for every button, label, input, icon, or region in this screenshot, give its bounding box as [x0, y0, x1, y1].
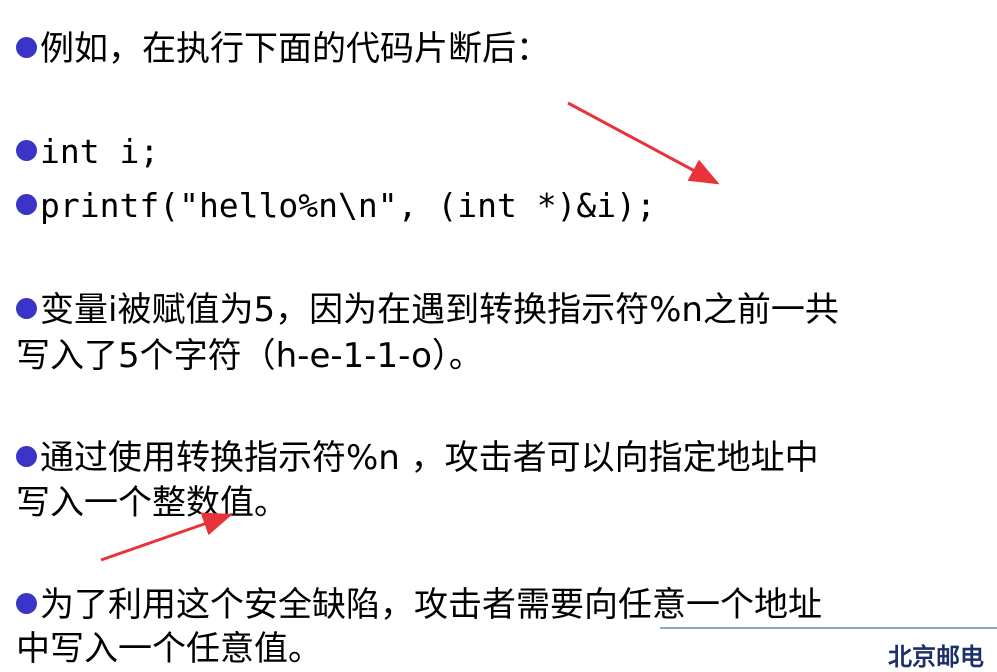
- annotation-arrows: [100, 101, 720, 562]
- footer-rule: [660, 627, 997, 629]
- footer-logo-text: 北京邮电: [888, 642, 984, 671]
- arrow-to-address: [567, 101, 720, 185]
- arrow-to-integer: [100, 512, 233, 562]
